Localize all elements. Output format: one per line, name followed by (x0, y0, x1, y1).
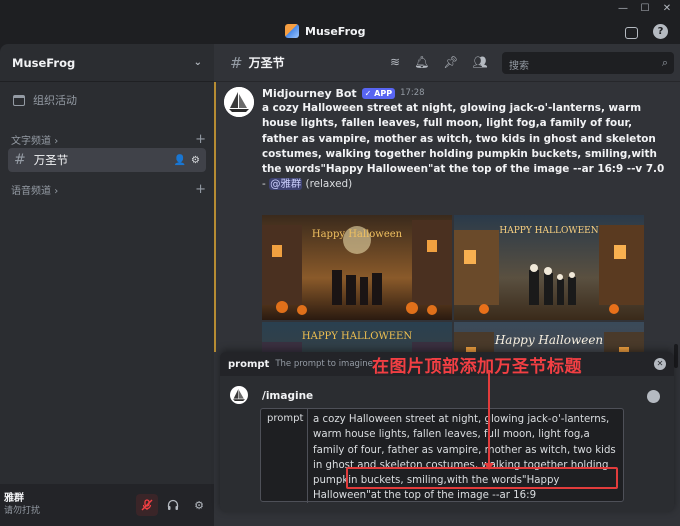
pin-icon[interactable]: 📌︎ (443, 55, 458, 69)
user-status: 请勿打扰 (4, 506, 41, 516)
category-text-channels[interactable]: 文字频道 › + (8, 132, 206, 147)
bell-icon[interactable]: 🔔︎ (414, 55, 429, 69)
hash-icon: # (14, 152, 26, 168)
server-header[interactable]: MuseFrog ⌄ (0, 44, 214, 82)
channel-header: # 万圣节 ≋ 🔔︎ 📌︎ 👥︎ 搜索 ⌕ (214, 44, 680, 82)
image-2[interactable]: HAPPY HALLOWEEN (454, 215, 644, 320)
option-name: prompt (228, 358, 270, 370)
gear-icon: ⚙ (194, 498, 204, 512)
server-name: MuseFrog (12, 55, 76, 70)
chevron-right-icon: › (54, 135, 59, 147)
help-icon[interactable]: ? (653, 24, 668, 39)
emoji-icon[interactable] (647, 390, 660, 403)
search-placeholder: 搜索 (509, 61, 529, 72)
command-name: /imagine (262, 390, 314, 402)
chevron-right-icon: › (54, 185, 59, 197)
events-item[interactable]: 组织活动 (8, 90, 206, 110)
command-popup: prompt The prompt to imagine ✕ 在图片顶部添加万圣… (220, 352, 674, 512)
annotation-highlight-box (346, 467, 618, 489)
image-caption: Happy Halloween (312, 229, 403, 240)
gear-icon[interactable]: ⚙ (191, 155, 200, 166)
search-input[interactable]: 搜索 ⌕ (502, 52, 674, 74)
user-info[interactable]: 雅群 请勿打扰 (4, 493, 132, 517)
image-4[interactable]: Happy Halloween (454, 322, 644, 352)
threads-icon[interactable]: ≋ (390, 55, 400, 69)
image-caption: HAPPY HALLOWEEN (499, 226, 598, 236)
scrollbar-thumb[interactable] (674, 344, 678, 368)
author-name[interactable]: Midjourney Bot (262, 87, 357, 100)
user-mention[interactable]: @雅群 (269, 178, 303, 191)
calendar-icon (13, 94, 25, 106)
channel-label: 万圣节 (33, 153, 69, 167)
app-window: — ☐ ✕ MuseFrog ? MuseFrog ⌄ 组织活动 文字频道 › … (0, 0, 680, 526)
user-panel: 雅群 请勿打扰 ⚙ (0, 484, 214, 526)
app-logo-icon (285, 24, 299, 38)
message-list: Midjourney Bot ✓ APP 17:28 a cozy Hallow… (214, 82, 680, 352)
members-icon[interactable]: 👥︎ (473, 55, 488, 69)
sailboat-logo-icon (224, 87, 254, 117)
headphones-icon (167, 499, 179, 510)
title-bar: — ☐ ✕ MuseFrog ? (0, 0, 680, 44)
annotation-arrow (484, 370, 494, 470)
window-controls: — ☐ ✕ (616, 3, 674, 14)
mute-mic-button[interactable] (136, 494, 158, 516)
category-label: 文字频道 (11, 135, 51, 147)
headphones-button[interactable] (162, 494, 184, 516)
image-caption: Happy Halloween (494, 333, 603, 347)
field-divider (307, 409, 308, 503)
mention-highlight-bar (214, 82, 216, 352)
timestamp: 17:28 (400, 88, 425, 98)
image-grid: Happy Halloween HAPPY HALLOWEEN HAPPY HA… (262, 215, 646, 352)
image-3[interactable]: HAPPY HALLOWEEN (262, 322, 452, 352)
prompt-input[interactable]: a cozy Halloween street at night, glowin… (313, 412, 618, 504)
invite-icon[interactable]: 👤 (174, 155, 186, 166)
sailboat-logo-icon (233, 389, 245, 401)
search-icon: ⌕ (661, 56, 668, 69)
option-description: The prompt to imagine (275, 359, 373, 369)
message-header: Midjourney Bot ✓ APP 17:28 (262, 86, 670, 100)
category-voice-channels[interactable]: 语音频道 › + (8, 182, 206, 197)
channel-title: 万圣节 (248, 56, 285, 70)
user-settings-button[interactable]: ⚙ (188, 494, 210, 516)
chevron-down-icon: ⌄ (193, 57, 202, 68)
sidebar: MuseFrog ⌄ 组织活动 文字频道 › + # 万圣节 👤 ⚙ 语音频道 … (0, 44, 214, 526)
inbox-icon[interactable] (625, 27, 638, 39)
maximize-button[interactable]: ☐ (638, 3, 652, 14)
events-label: 组织活动 (33, 94, 77, 107)
minimize-button[interactable]: — (616, 3, 630, 14)
message: Midjourney Bot ✓ APP 17:28 a cozy Hallow… (262, 86, 670, 193)
app-title: MuseFrog (285, 24, 365, 38)
user-name: 雅群 (4, 493, 24, 504)
add-channel-icon[interactable]: + (195, 182, 206, 197)
field-label: prompt (267, 413, 304, 424)
prompt-text: a cozy Halloween street at night, glowin… (262, 102, 665, 176)
bot-avatar[interactable] (224, 87, 254, 117)
image-1[interactable]: Happy Halloween (262, 215, 452, 320)
image-caption: HAPPY HALLOWEEN (302, 331, 412, 342)
close-icon[interactable]: ✕ (654, 358, 666, 370)
app-title-text: MuseFrog (305, 24, 366, 38)
message-content: a cozy Halloween street at night, glowin… (262, 102, 665, 191)
close-window-button[interactable]: ✕ (660, 3, 674, 14)
annotation-title: 在图片顶部添加万圣节标题 (372, 357, 582, 377)
bot-avatar-small (230, 386, 248, 404)
hash-icon: # (230, 53, 243, 72)
mic-off-icon (141, 499, 153, 511)
header-actions: ≋ 🔔︎ 📌︎ 👥︎ (390, 55, 488, 69)
app-badge: ✓ APP (361, 87, 396, 99)
sidebar-item-halloween[interactable]: # 万圣节 👤 ⚙ (8, 148, 206, 172)
mode-suffix: (relaxed) (305, 178, 353, 191)
category-label: 语音频道 (11, 185, 51, 197)
add-channel-icon[interactable]: + (195, 132, 206, 147)
